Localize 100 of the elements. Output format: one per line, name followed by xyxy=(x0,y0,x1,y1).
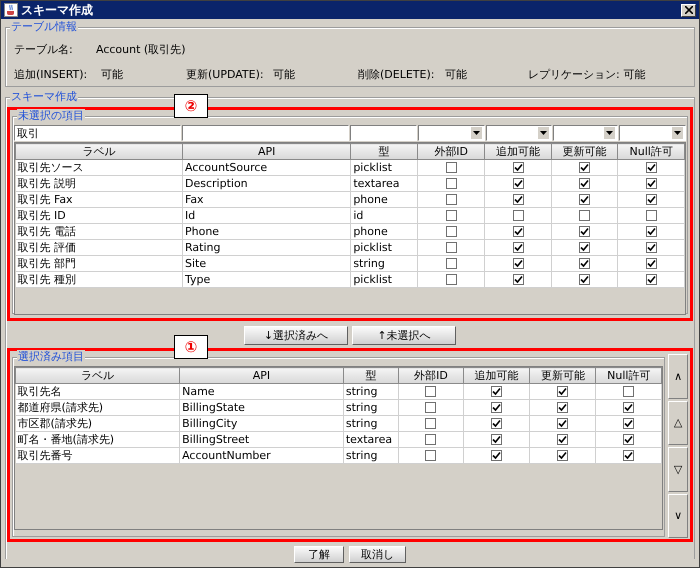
checkbox[interactable] xyxy=(446,162,457,174)
checkbox[interactable] xyxy=(491,434,502,446)
checkbox[interactable] xyxy=(623,402,634,414)
checkbox[interactable] xyxy=(623,450,634,462)
checkbox[interactable] xyxy=(579,178,590,190)
close-icon xyxy=(684,6,692,14)
checkbox[interactable] xyxy=(425,402,436,414)
checkbox[interactable] xyxy=(446,178,457,190)
value-text: 可能 xyxy=(101,67,123,82)
filter-field[interactable]: 取引 xyxy=(14,125,182,141)
checkbox[interactable] xyxy=(557,386,568,398)
checkbox[interactable] xyxy=(557,402,568,414)
filter-dropdown[interactable] xyxy=(552,125,618,141)
checkbox[interactable] xyxy=(512,194,524,206)
checkbox[interactable] xyxy=(646,162,657,174)
value-text: 可能 xyxy=(445,67,467,82)
checkbox[interactable] xyxy=(425,418,436,430)
table-cell: phone xyxy=(350,192,418,208)
checkbox[interactable] xyxy=(579,226,590,238)
checkbox[interactable] xyxy=(646,242,657,254)
checkbox[interactable] xyxy=(446,242,457,254)
column-header[interactable]: API xyxy=(182,144,351,160)
column-header[interactable]: 外部ID xyxy=(417,144,485,160)
filter-field[interactable] xyxy=(182,125,350,141)
checkbox[interactable] xyxy=(579,274,590,286)
checkbox[interactable] xyxy=(646,274,657,286)
filter-dropdown[interactable] xyxy=(418,125,485,141)
reorder-button[interactable]: ▽ xyxy=(668,447,688,492)
filter-field[interactable] xyxy=(350,125,418,141)
column-header[interactable]: 型 xyxy=(343,368,398,384)
table-cell: string xyxy=(343,400,398,416)
checkbox[interactable] xyxy=(557,418,568,430)
checkbox[interactable] xyxy=(646,210,657,222)
checkbox[interactable] xyxy=(512,178,524,190)
checkbox[interactable] xyxy=(425,434,436,446)
checkbox[interactable] xyxy=(579,162,590,174)
column-header[interactable]: Null許可 xyxy=(618,144,684,160)
checkbox[interactable] xyxy=(425,386,436,398)
filter-dropdown[interactable] xyxy=(619,125,686,141)
checkbox[interactable] xyxy=(579,210,590,222)
table-cell: Fax xyxy=(182,192,351,208)
column-header[interactable]: 更新可能 xyxy=(530,368,596,384)
table-cell: BillingState xyxy=(180,400,344,416)
close-button[interactable] xyxy=(681,4,696,16)
column-header[interactable]: Null許可 xyxy=(596,368,662,384)
checkbox[interactable] xyxy=(512,258,524,270)
checkbox[interactable] xyxy=(646,178,657,190)
table-cell: 都道府県(請求先) xyxy=(16,400,180,416)
checkbox[interactable] xyxy=(512,226,524,238)
table-cell: id xyxy=(350,208,418,224)
column-header[interactable]: ラベル xyxy=(16,144,182,160)
checkbox[interactable] xyxy=(512,210,524,222)
checkbox[interactable] xyxy=(491,418,502,430)
checkbox[interactable] xyxy=(646,258,657,270)
table-cell: 取引先 評価 xyxy=(16,240,182,256)
label: テーブル名: xyxy=(14,42,74,56)
checkbox[interactable] xyxy=(512,274,524,286)
checkbox[interactable] xyxy=(579,194,590,206)
table-cell: Description xyxy=(182,176,351,192)
label: レプリケーション: xyxy=(528,67,620,82)
checkbox[interactable] xyxy=(512,242,524,254)
table-cell: string xyxy=(343,384,398,400)
caret-icon xyxy=(538,127,549,139)
move-button[interactable]: ↑未選択へ xyxy=(352,326,456,345)
checkbox[interactable] xyxy=(623,386,634,398)
column-header[interactable]: 型 xyxy=(350,144,418,160)
dialog-button[interactable]: 取消し xyxy=(349,546,406,563)
checkbox[interactable] xyxy=(491,386,502,398)
checkbox[interactable] xyxy=(446,194,457,206)
checkbox[interactable] xyxy=(579,258,590,270)
checkbox[interactable] xyxy=(557,450,568,462)
reorder-button[interactable]: △ xyxy=(668,400,688,445)
checkbox[interactable] xyxy=(512,162,524,174)
checkbox[interactable] xyxy=(557,434,568,446)
column-header[interactable]: 追加可能 xyxy=(464,368,530,384)
checkbox[interactable] xyxy=(646,226,657,238)
checkbox[interactable] xyxy=(491,402,502,414)
move-button[interactable]: ↓選択済みへ xyxy=(244,326,348,345)
checkbox[interactable] xyxy=(623,418,634,430)
caret-icon xyxy=(672,127,683,139)
checkbox[interactable] xyxy=(425,450,436,462)
reorder-button[interactable]: ∧ xyxy=(668,354,688,398)
checkbox[interactable] xyxy=(446,210,457,222)
checkbox[interactable] xyxy=(446,274,457,286)
dialog-button[interactable]: 了解 xyxy=(294,546,344,563)
column-header[interactable]: ラベル xyxy=(16,368,180,384)
checkbox[interactable] xyxy=(623,434,634,446)
checkbox[interactable] xyxy=(446,258,457,270)
table-cell: AccountSource xyxy=(182,160,351,176)
checkbox[interactable] xyxy=(579,242,590,254)
checkbox[interactable] xyxy=(446,226,457,238)
column-header[interactable]: 更新可能 xyxy=(551,144,618,160)
table-cell: BillingCity xyxy=(180,416,344,432)
column-header[interactable]: 追加可能 xyxy=(484,144,552,160)
column-header[interactable]: 外部ID xyxy=(398,368,464,384)
checkbox[interactable] xyxy=(491,450,502,462)
checkbox[interactable] xyxy=(646,194,657,206)
reorder-button[interactable]: ∨ xyxy=(668,494,688,538)
column-header[interactable]: API xyxy=(180,368,344,384)
filter-dropdown[interactable] xyxy=(486,125,552,141)
